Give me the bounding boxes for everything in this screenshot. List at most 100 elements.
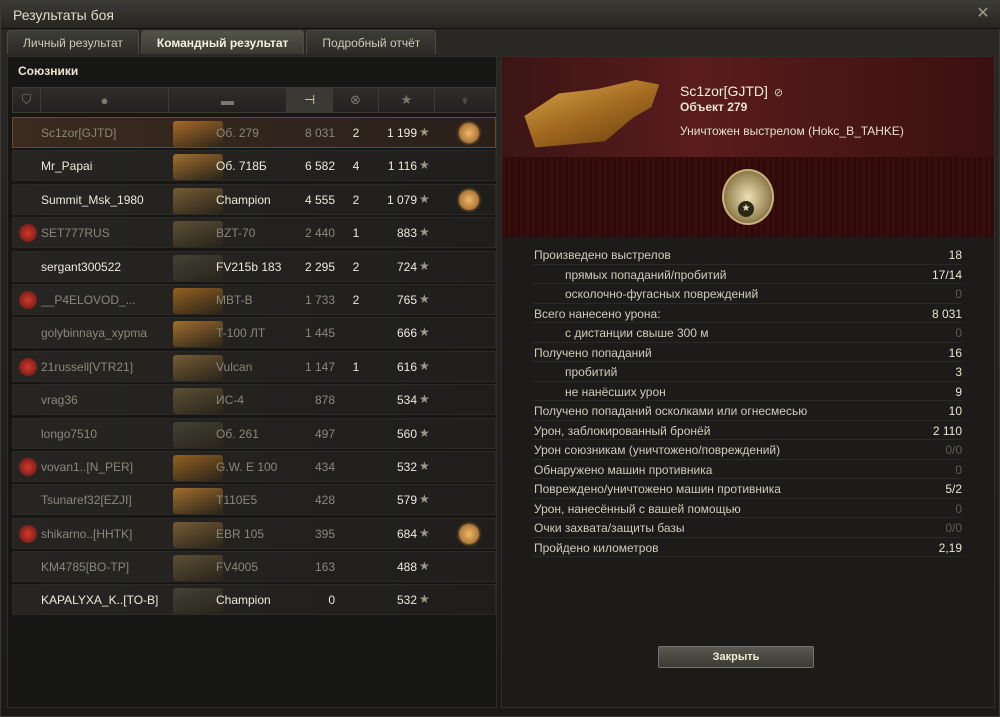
stat-value: 9	[955, 384, 962, 399]
damage-value: 395	[314, 526, 335, 541]
clan-emblem-icon	[19, 290, 37, 309]
table-row[interactable]: vrag36 ИС-4 878 534 ★	[12, 384, 496, 416]
stat-label: Пройдено километров	[534, 540, 659, 555]
tank-icon[interactable]: ▬	[169, 88, 287, 112]
player-icon[interactable]: ●	[41, 88, 169, 112]
xp-value: 579	[396, 493, 417, 508]
table-row[interactable]: Summit_Msk_1980 Champion 4 555 2 1 079 ★	[12, 183, 496, 215]
table-row[interactable]: longo7510 Об. 261 497 560 ★	[12, 417, 496, 449]
xp-value: 616	[396, 359, 417, 374]
eye-crossed-icon: ⊘	[773, 87, 784, 99]
medal-icon[interactable]: ♆	[435, 88, 495, 112]
table-row[interactable]: KM4785[BO-TP] FV4005 163 488 ★	[12, 551, 496, 583]
xp-value: 1 199	[386, 126, 417, 140]
medal-icon[interactable]	[459, 123, 479, 143]
table-row[interactable]: vovan1..[N_PER] G.W. E 100 434 532 ★	[12, 450, 496, 482]
xp-value: 488	[396, 560, 417, 575]
clan-emblem-icon	[19, 457, 37, 476]
star-icon: ★	[419, 358, 430, 373]
kills-icon[interactable]: ⊗	[333, 88, 379, 112]
class-badge-icon[interactable]: ★	[722, 169, 774, 225]
star-icon: ★	[419, 425, 430, 440]
tank-image	[524, 80, 660, 148]
star-icon: ★	[419, 258, 430, 273]
stat-value: 2 110	[932, 423, 962, 438]
table-row[interactable]: Mr_Papai Об. 718Б 6 582 4 1 116 ★	[12, 150, 496, 182]
title-bar: Результаты боя ✕	[1, 1, 1000, 29]
damage-value: 1 733	[304, 292, 335, 307]
star-icon: ★	[419, 325, 430, 340]
stat-value: 0	[955, 326, 962, 340]
kills-value: 2	[352, 259, 360, 274]
xp-value: 532	[396, 593, 417, 608]
damage-sort-icon[interactable]: ⊣	[287, 88, 333, 112]
stat-value: 0	[955, 462, 962, 477]
stats-table: Произведено выстрелов 18 прямых попаданий/…	[532, 245, 962, 557]
star-icon: ★	[419, 225, 430, 240]
stat-row: Урон, нанесённый с вашей помощью 0	[532, 499, 962, 518]
stat-label: Получено попаданий	[534, 345, 652, 360]
stat-row: Очки захвата/защиты базы 0/0	[532, 518, 962, 538]
stat-value: 16	[948, 345, 962, 360]
player-name: vrag36	[41, 393, 78, 408]
stat-value: 3	[955, 365, 962, 379]
tab-detailed-report[interactable]: Подробный отчёт	[306, 30, 437, 54]
damage-value: 1 445	[304, 326, 335, 341]
close-icon[interactable]: ✕	[973, 4, 993, 24]
table-row[interactable]: 21russell[VTR21] Vulcan 1 147 1 616 ★	[12, 350, 496, 382]
damage-value: 878	[314, 393, 335, 408]
stat-row: Обнаружено машин противника 0	[532, 460, 962, 479]
stat-value: 0/0	[945, 521, 962, 535]
xp-value: 765	[396, 292, 417, 307]
table-row[interactable]: Sc1zor[GJTD] Об. 279 8 031 2 1 199 ★	[12, 117, 496, 148]
stat-label: Урон союзникам (уничтожено/повреждений)	[534, 443, 781, 457]
player-name: __P4ELOVOD_...	[41, 292, 136, 307]
stat-row: Урон союзникам (уничтожено/повреждений) 0…	[532, 440, 962, 460]
medal-icon[interactable]	[459, 523, 479, 544]
tab-team-result[interactable]: Командный результат	[140, 30, 305, 54]
stat-row: не нанёсших урон 9	[532, 382, 962, 401]
allies-list: Sc1zor[GJTD] Об. 279 8 031 2 1 199 ★ Mr_Papai О…	[12, 117, 496, 618]
damage-value: 8 031	[304, 126, 335, 140]
player-name: KM4785[BO-TP]	[41, 560, 130, 575]
table-row[interactable]: sergant300522 FV215b 183 2 295 2 724 ★	[12, 250, 496, 282]
tab-personal-result[interactable]: Личный результат	[7, 30, 139, 54]
stat-label: Произведено выстрелов	[534, 248, 671, 262]
stat-value: 0	[955, 501, 962, 516]
xp-star-icon[interactable]: ★	[379, 88, 435, 112]
star-icon: ★	[419, 158, 430, 173]
star-icon: ★	[419, 291, 430, 306]
stat-label: Всего нанесено урона:	[534, 306, 661, 321]
stat-row: прямых попаданий/пробитий 17/14	[532, 265, 962, 284]
player-nick: Sc1zor[GJTD] ⊘	[680, 83, 783, 99]
kills-value: 4	[352, 159, 360, 174]
star-icon: ★	[419, 392, 430, 407]
player-name: 21russell[VTR21]	[41, 359, 134, 374]
table-row[interactable]: shikarno..[HHTK] EBR 105 395 684 ★	[12, 517, 496, 549]
xp-value: 883	[396, 226, 417, 241]
table-row[interactable]: golybinnaya_xypma T-100 ЛТ 1 445 666 ★	[12, 317, 496, 349]
star-icon: ★	[419, 191, 430, 206]
player-name: longo7510	[41, 426, 98, 441]
damage-value: 6 582	[304, 159, 335, 174]
allies-panel: Союзники ⛉ ● ▬ ⊣ ⊗ ★ ♆ Sc1zor[GJTD] Об. 2…	[7, 56, 497, 708]
damage-value: 163	[314, 560, 335, 575]
stat-label: с дистанции свыше 300 м	[565, 326, 709, 340]
damage-value: 434	[314, 459, 335, 474]
star-icon: ★	[419, 125, 430, 139]
clan-emblem-icon	[19, 357, 37, 376]
close-button[interactable]: Закрыть	[658, 646, 814, 668]
stat-row: Всего нанесено урона: 8 031	[532, 304, 962, 323]
table-row[interactable]: SET777RUS BZT-70 2 440 1 883 ★	[12, 217, 496, 249]
xp-value: 1 116	[387, 159, 417, 174]
damage-value: 0	[328, 593, 335, 608]
table-row[interactable]: __P4ELOVOD_... MBT-B 1 733 2 765 ★	[12, 283, 496, 315]
table-row[interactable]: Tsunaref32[EZJI] T110E5 428 579 ★	[12, 484, 496, 516]
table-row[interactable]: KAPALYXA_K..[TO-B] Champion 0 532 ★	[12, 584, 496, 616]
kills-value: 2	[352, 292, 360, 307]
rank-icon[interactable]: ⛉	[13, 88, 41, 112]
medal-icon[interactable]	[459, 189, 479, 210]
stat-value: 5/2	[945, 482, 962, 496]
stat-label: Повреждено/уничтожено машин противника	[534, 482, 781, 496]
star-icon: ★	[419, 492, 430, 507]
